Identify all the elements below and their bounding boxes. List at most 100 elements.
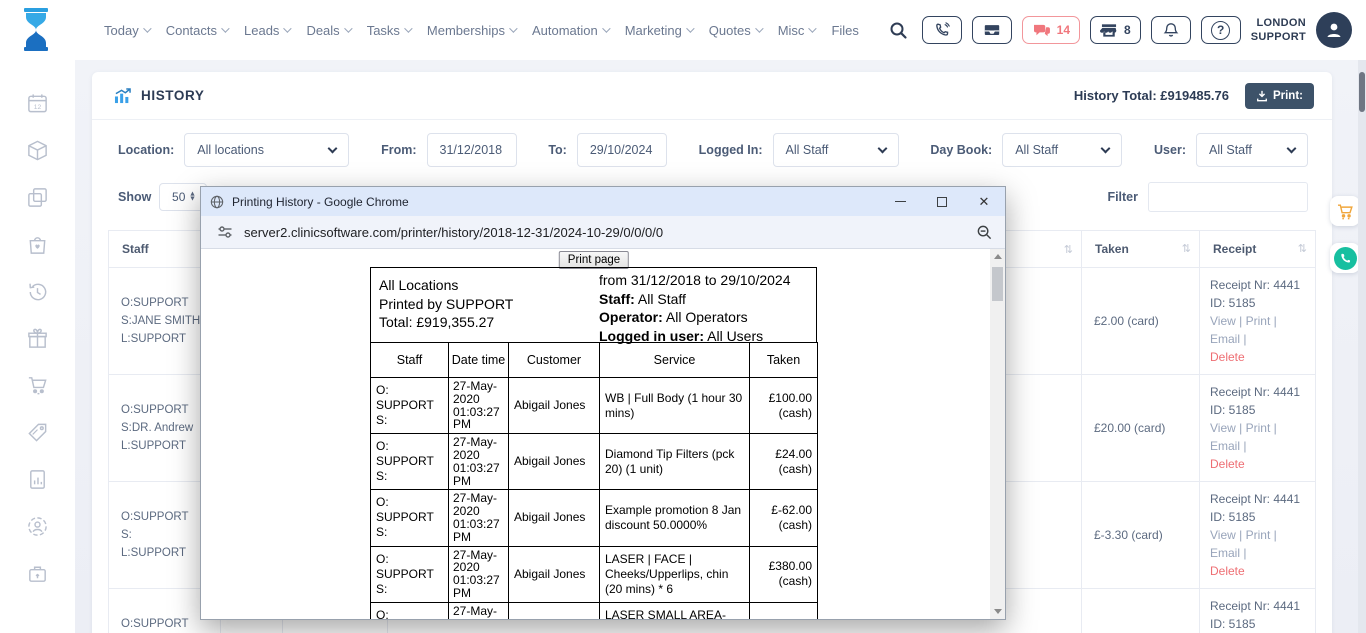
show-entries-value: 50 [172,190,185,204]
store-button[interactable]: 8 [1090,16,1141,44]
popup-title-bar[interactable]: Printing History - Google Chrome ✕ [201,187,1005,216]
nav-label: Files [831,23,858,38]
case-icon[interactable] [26,562,49,585]
scroll-down-icon[interactable] [994,609,1002,614]
p-col-service: Service [600,343,750,378]
scroll-up-icon[interactable] [994,254,1002,259]
calendar-icon[interactable]: 12 [26,92,49,115]
from-date-input[interactable]: 31/12/2018 [427,133,517,167]
app-logo-icon[interactable] [18,7,54,58]
day-book-label: Day Book: [930,143,992,157]
products-icon[interactable] [26,139,49,162]
nav-tasks[interactable]: Tasks [367,23,410,38]
summary-printed-by: Printed by SUPPORT [379,295,513,314]
popup-url-bar[interactable]: server2.clinicsoftware.com/printer/histo… [201,216,1005,249]
taken-cell: £0.00 (card) [1082,589,1200,633]
to-date-value: 29/10/2024 [590,143,653,157]
sort-icon: ⇅ [1182,242,1191,255]
nav-contacts[interactable]: Contacts [166,23,227,38]
bell-icon [1163,22,1179,38]
email-link[interactable]: Email [1210,332,1240,346]
maximize-button[interactable] [921,187,963,216]
col-taken[interactable]: ⇅ Taken [1082,231,1200,268]
logged-in-label: Logged In: [699,143,763,157]
receipt-cell: Receipt Nr: 4441 ID: 5185 View | Print |… [1200,375,1316,482]
zoom-out-icon[interactable] [976,224,993,241]
nav-files[interactable]: Files [831,23,858,38]
inbox-icon [983,23,1001,38]
day-book-value: All Staff [1015,143,1058,157]
col-taken-label: Taken [1095,242,1129,256]
cart-icon[interactable] [26,374,49,397]
sort-icon: ⇅ [1298,242,1307,255]
nav-marketing[interactable]: Marketing [625,23,692,38]
nav-today[interactable]: Today [104,23,149,38]
page-info-icon[interactable] [217,224,233,240]
notifications-button[interactable] [1151,16,1191,44]
nav-label: Leads [244,23,279,38]
history-total: History Total: £919485.76 [1074,88,1229,103]
nav-misc[interactable]: Misc [778,23,815,38]
phone-button[interactable] [922,16,962,44]
receipt-id: ID: 5185 [1210,401,1305,419]
nav-memberships[interactable]: Memberships [427,23,515,38]
help-button[interactable]: ? [1201,16,1241,44]
receipt-id: ID: 5185 [1210,615,1305,633]
taken-cell: £-3.30 (card) [1082,482,1200,589]
history-icon[interactable] [26,280,49,303]
account-name: LONDON SUPPORT [1251,16,1306,44]
filter-input[interactable] [1148,182,1308,212]
page-scrollbar[interactable] [1358,60,1366,633]
print-link[interactable]: Print [1246,314,1271,328]
email-link[interactable]: Email [1210,546,1240,560]
support-icon[interactable] [26,515,49,538]
email-link[interactable]: Email [1210,439,1240,453]
receipt-cell: Receipt Nr: 4441 ID: 5185 View | Print |… [1200,482,1316,589]
chevron-down-icon [344,24,352,32]
close-button[interactable]: ✕ [963,187,1005,216]
popup-scrollbar-thumb[interactable] [992,267,1003,301]
avatar[interactable] [1316,12,1352,48]
popup-scrollbar[interactable] [990,249,1005,619]
nav-quotes[interactable]: Quotes [709,23,761,38]
to-date-input[interactable]: 29/10/2024 [577,133,667,167]
logged-in-select[interactable]: All Staff [773,133,899,167]
nav-deals[interactable]: Deals [306,23,349,38]
print-button[interactable]: Print: [1245,83,1314,109]
close-icon: ✕ [979,194,990,210]
nav-leads[interactable]: Leads [244,23,289,38]
minimize-icon [895,201,906,203]
col-receipt[interactable]: ⇅Receipt [1200,231,1316,268]
user-select[interactable]: All Staff [1196,133,1308,167]
delete-link[interactable]: Delete [1210,562,1305,580]
cart-float-button[interactable] [1330,196,1360,226]
location-select[interactable]: All locations [184,133,349,167]
phone-float-button[interactable] [1330,243,1360,273]
delete-link[interactable]: Delete [1210,348,1305,366]
chat-button[interactable]: 14 [1022,16,1080,44]
delete-link[interactable]: Delete [1210,455,1305,473]
taken-cell: £2.00 (card) [1082,268,1200,375]
account-line2: SUPPORT [1251,30,1306,44]
popup-content: Print page All Locations Printed by SUPP… [201,249,1005,619]
gift-icon[interactable] [26,327,49,350]
inbox-button[interactable] [972,16,1012,44]
minimize-button[interactable] [879,187,921,216]
view-link[interactable]: View [1210,421,1236,435]
nav-automation[interactable]: Automation [532,23,608,38]
location-label: Location: [118,143,174,157]
voucher-icon[interactable] [26,421,49,444]
reports-icon[interactable] [26,468,49,491]
view-link[interactable]: View [1210,528,1236,542]
nav-label: Marketing [625,23,682,38]
phone-icon [1334,247,1357,270]
print-link[interactable]: Print [1246,421,1271,435]
copy-icon[interactable] [26,186,49,209]
day-book-select[interactable]: All Staff [1002,133,1122,167]
scrollbar-thumb[interactable] [1359,72,1365,112]
print-link[interactable]: Print [1246,528,1271,542]
search-icon[interactable] [889,21,908,40]
view-link[interactable]: View [1210,314,1236,328]
bag-icon[interactable] [26,233,49,256]
url-text[interactable]: server2.clinicsoftware.com/printer/histo… [244,225,663,240]
